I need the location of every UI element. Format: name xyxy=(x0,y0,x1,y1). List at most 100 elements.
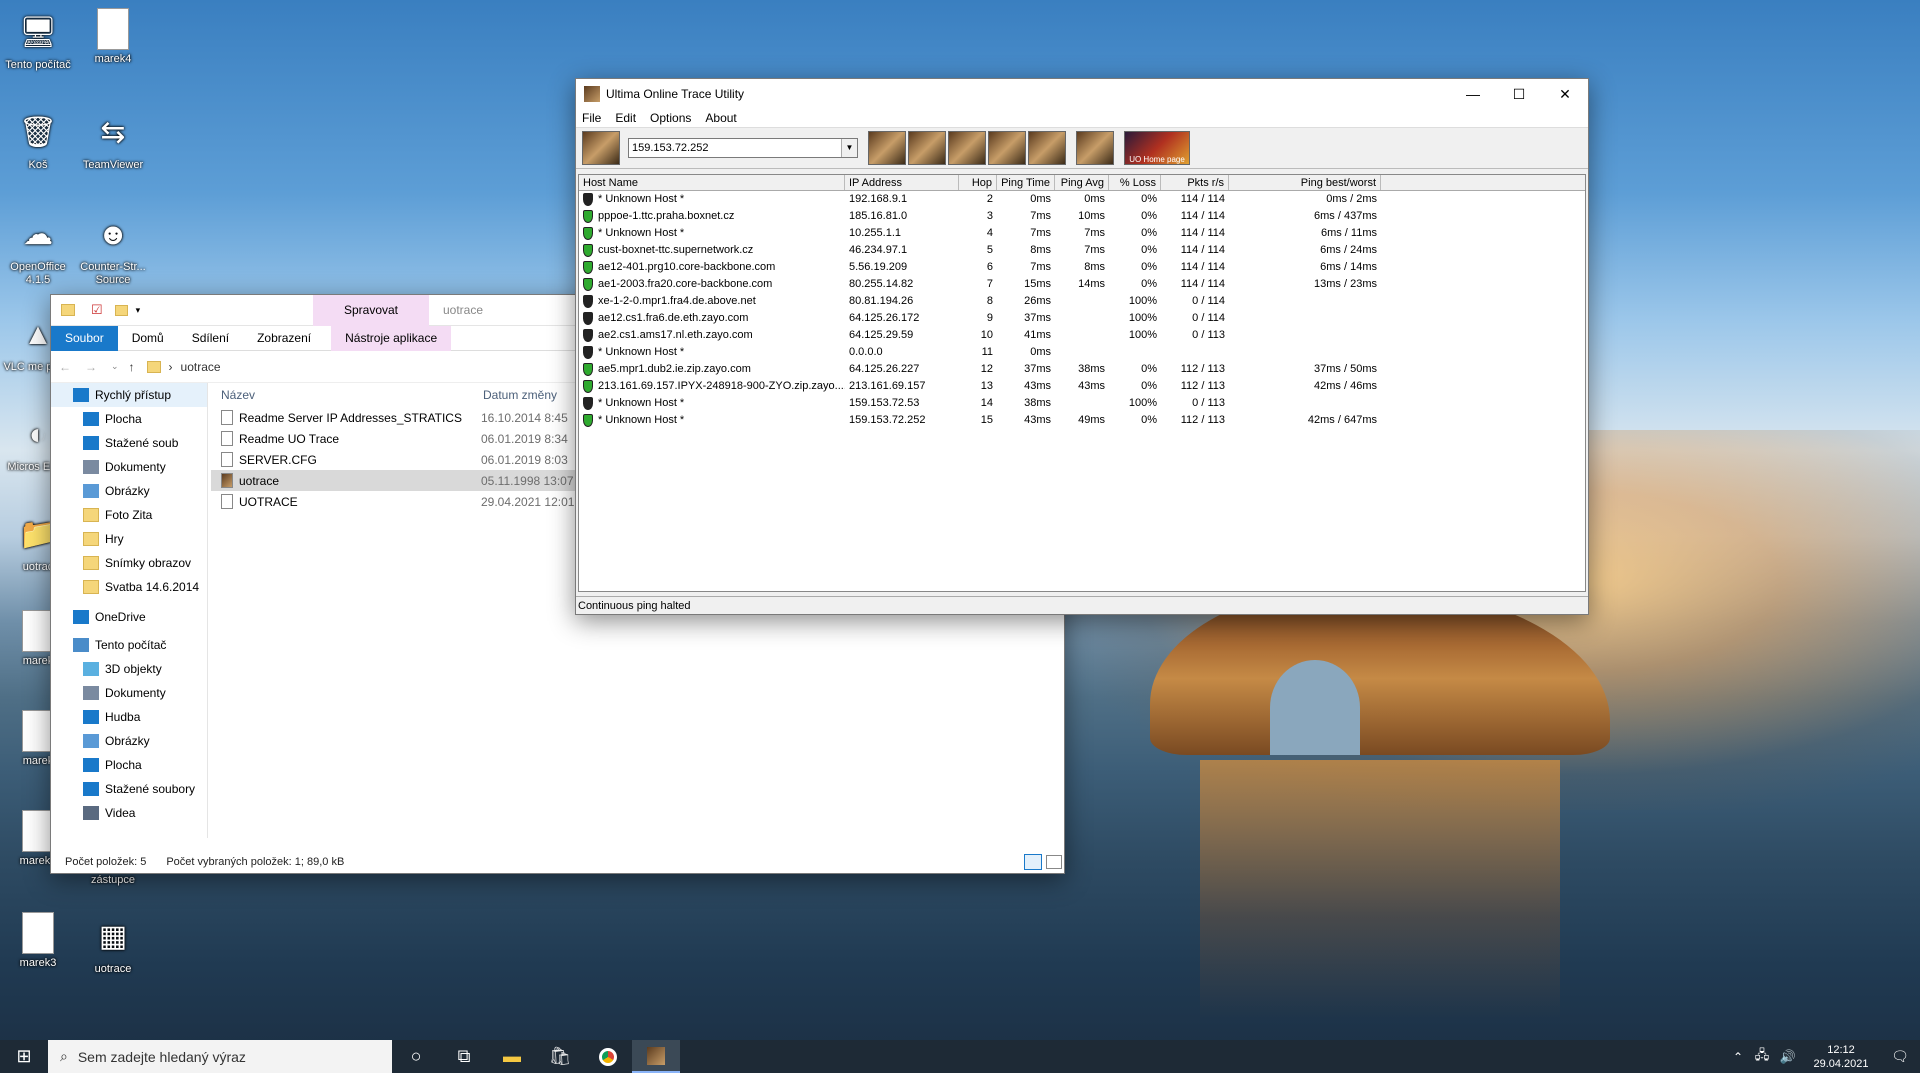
notification-icon[interactable]: 🗨 xyxy=(1880,1040,1920,1073)
desktop-icon[interactable]: ⇆ TeamViewer xyxy=(75,108,151,172)
table-row[interactable]: xe-1-2-0.mpr1.fra4.de.above.net 80.81.194… xyxy=(579,293,1585,310)
table-row[interactable]: * Unknown Host * 159.153.72.53 14 38ms 100% 0… xyxy=(579,395,1585,412)
up-arrow-icon[interactable]: ↑ xyxy=(129,360,135,374)
menu-item[interactable]: Options xyxy=(650,111,691,125)
properties-icon[interactable]: ☑ xyxy=(91,302,103,318)
minimize-button[interactable]: — xyxy=(1450,79,1496,109)
sidebar-item[interactable]: Hudba xyxy=(51,705,207,729)
desktop-icon[interactable]: marek3 xyxy=(0,912,76,970)
clock[interactable]: 12:12 29.04.2021 xyxy=(1802,1043,1880,1071)
table-cell: 10ms xyxy=(1078,210,1105,222)
column-name[interactable]: Název xyxy=(221,388,483,402)
chevron-down-icon[interactable]: ⌄ xyxy=(111,361,119,372)
desktop-icon[interactable]: ☁ OpenOffice 4.1.5 xyxy=(0,210,76,287)
stop-icon[interactable] xyxy=(868,131,906,165)
uotrace-taskbar-icon[interactable] xyxy=(632,1040,680,1073)
back-arrow-icon[interactable]: ← xyxy=(59,360,71,374)
start-button[interactable]: ⊞ xyxy=(0,1040,48,1073)
table-row[interactable]: ae5.mpr1.dub2.ie.zip.zayo.com 64.125.26.2… xyxy=(579,361,1585,378)
sidebar-item[interactable]: OneDrive xyxy=(51,605,207,629)
tiles-view-icon[interactable] xyxy=(1046,855,1062,869)
sidebar-item[interactable]: Tento počítač xyxy=(51,633,207,657)
trace-icon[interactable] xyxy=(582,131,620,165)
column-header[interactable]: Pkts r/s xyxy=(1161,175,1229,190)
table-row[interactable]: ae1-2003.fra20.core-backbone.com 80.255.1… xyxy=(579,276,1585,293)
ping-icon[interactable] xyxy=(908,131,946,165)
ribbon-tab[interactable]: Nástroje aplikace xyxy=(331,325,452,351)
sidebar-item[interactable]: Snímky obrazov xyxy=(51,551,207,575)
sidebar-item[interactable]: Dokumenty xyxy=(51,681,207,705)
ribbon-tab[interactable]: Soubor xyxy=(51,325,118,351)
sidebar-item[interactable]: Stažené soubory xyxy=(51,777,207,801)
task-view-icon[interactable]: ⧉ xyxy=(440,1040,488,1073)
column-date[interactable]: Datum změny xyxy=(483,388,557,402)
sidebar-item[interactable]: Rychlý přístup xyxy=(51,383,207,407)
sidebar-item[interactable]: Videa xyxy=(51,801,207,825)
sidebar-item[interactable]: Hry xyxy=(51,527,207,551)
desktop-icon[interactable]: ▦ uotrace xyxy=(75,912,151,976)
volume-icon[interactable]: 🔊 xyxy=(1774,1040,1802,1073)
column-header[interactable]: Hop xyxy=(959,175,997,190)
table-row[interactable]: pppoe-1.ttc.praha.boxnet.cz 185.16.81.0 3 7… xyxy=(579,208,1585,225)
column-header[interactable]: Ping Time xyxy=(997,175,1055,190)
table-row[interactable]: * Unknown Host * 0.0.0.0 11 0ms xyxy=(579,344,1585,361)
chevron-down-icon[interactable]: ▼ xyxy=(841,139,857,157)
sidebar-item[interactable]: Plocha xyxy=(51,407,207,431)
store-icon[interactable]: 🛍 xyxy=(536,1040,584,1073)
host-combo[interactable]: 159.153.72.252 ▼ xyxy=(628,138,858,158)
network-icon[interactable]: 🖧 xyxy=(1750,1040,1774,1073)
menu-item[interactable]: File xyxy=(582,111,601,125)
forward-arrow-icon[interactable]: → xyxy=(85,360,97,374)
breadcrumb[interactable]: uotrace xyxy=(181,360,221,374)
sidebar-item[interactable]: Dokumenty xyxy=(51,455,207,479)
desktop-icon[interactable]: 🖥 Tento počítač xyxy=(0,8,76,72)
column-header[interactable]: IP Address xyxy=(845,175,959,190)
column-header[interactable]: Ping best/worst xyxy=(1229,175,1381,190)
homepage-icon[interactable]: UO Home page xyxy=(1124,131,1190,165)
sidebar-item[interactable]: Foto Zita xyxy=(51,503,207,527)
ribbon-tab[interactable]: Domů xyxy=(118,331,178,345)
table-row[interactable]: * Unknown Host * 10.255.1.1 4 7ms 7ms 0% 114 /… xyxy=(579,225,1585,242)
desktop-icon[interactable]: 🗑 Koš xyxy=(0,108,76,172)
close-button[interactable]: ✕ xyxy=(1542,79,1588,109)
about-icon[interactable] xyxy=(1076,131,1114,165)
column-header[interactable]: Host Name xyxy=(579,175,845,190)
navigation-pane[interactable]: Rychlý přístup Plocha Stažené soub Dokument… xyxy=(51,383,208,838)
sidebar-item[interactable]: 3D objekty xyxy=(51,657,207,681)
ribbon-tab[interactable]: Sdílení xyxy=(178,331,243,345)
table-row[interactable]: ae2.cs1.ams17.nl.eth.zayo.com 64.125.29.5… xyxy=(579,327,1585,344)
new-folder-icon[interactable] xyxy=(114,304,128,316)
chevron-up-icon[interactable]: ⌃ xyxy=(1726,1040,1750,1073)
trace-titlebar[interactable]: Ultima Online Trace Utility — ☐ ✕ xyxy=(576,79,1588,109)
column-header[interactable]: % Loss xyxy=(1109,175,1161,190)
table-row[interactable]: * Unknown Host * 159.153.72.252 15 43ms 49ms… xyxy=(579,412,1585,429)
maximize-button[interactable]: ☐ xyxy=(1496,79,1542,109)
chevron-down-icon[interactable]: ▾ xyxy=(136,305,141,316)
options-icon[interactable] xyxy=(988,131,1026,165)
trace-window[interactable]: Ultima Online Trace Utility — ☐ ✕ File Ed… xyxy=(575,78,1589,615)
desktop-icon[interactable]: ☻ Counter-Str... Source xyxy=(75,210,151,287)
menu-item[interactable]: About xyxy=(705,111,736,125)
desktop-icon[interactable]: marek4 xyxy=(75,8,151,66)
sidebar-item[interactable]: Stažené soub xyxy=(51,431,207,455)
save-icon[interactable] xyxy=(948,131,986,165)
table-row[interactable]: cust-boxnet-ttc.supernetwork.cz 46.234.97… xyxy=(579,242,1585,259)
sidebar-item[interactable]: Plocha xyxy=(51,753,207,777)
table-row[interactable]: ae12-401.prg10.core-backbone.com 5.56.19.… xyxy=(579,259,1585,276)
table-row[interactable]: ae12.cs1.fra6.de.eth.zayo.com 64.125.26.1… xyxy=(579,310,1585,327)
details-view-icon[interactable] xyxy=(1024,854,1042,870)
ribbon-tab[interactable]: Zobrazení xyxy=(243,331,325,345)
file-explorer-icon[interactable]: ▬ xyxy=(488,1040,536,1073)
cortana-icon[interactable]: ○ xyxy=(392,1040,440,1073)
sidebar-item[interactable]: Obrázky xyxy=(51,729,207,753)
help-icon[interactable] xyxy=(1028,131,1066,165)
sidebar-item[interactable]: Svatba 14.6.2014 xyxy=(51,575,207,599)
column-header[interactable]: Ping Avg xyxy=(1055,175,1109,190)
search-box[interactable]: ⌕ Sem zadejte hledaný výraz xyxy=(48,1040,392,1073)
table-row[interactable]: 213.161.69.157.IPYX-248918-900-ZYO.zip.z… xyxy=(579,378,1585,395)
trace-table[interactable]: Host Name IP Address Hop Ping Time Ping Avg%… xyxy=(578,174,1586,592)
chrome-icon[interactable] xyxy=(584,1040,632,1073)
sidebar-item[interactable]: Obrázky xyxy=(51,479,207,503)
table-row[interactable]: * Unknown Host * 192.168.9.1 2 0ms 0ms 0% 114 … xyxy=(579,191,1585,208)
menu-item[interactable]: Edit xyxy=(615,111,636,125)
